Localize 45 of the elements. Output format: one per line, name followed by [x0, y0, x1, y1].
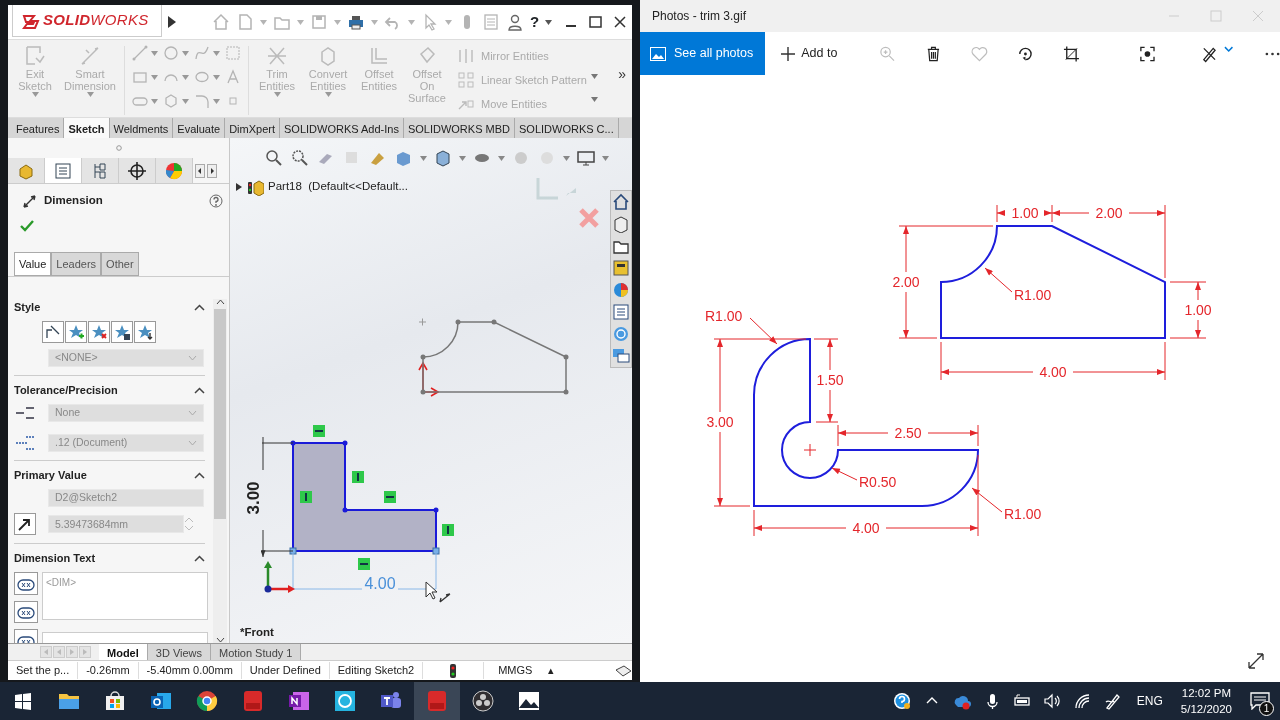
- status-text: Editing Sketch2: [329, 662, 424, 679]
- dimension-value: 1.00: [1184, 302, 1212, 318]
- language-indicator[interactable]: ENG: [1126, 692, 1173, 710]
- dimension-value: R1.00: [705, 308, 743, 324]
- units-arrow[interactable]: ▴: [540, 662, 563, 679]
- section-heading: Dimension Text: [14, 551, 96, 567]
- dimension-value: R1.00: [1014, 287, 1052, 303]
- clock-time[interactable]: 12:02 PM: [1180, 685, 1232, 701]
- dimension-value[interactable]: 3.00: [244, 481, 263, 515]
- dimension-value: 4.00: [852, 520, 880, 536]
- dimension-value: 1.00: [1011, 205, 1039, 221]
- status-text[interactable]: MMGS: [484, 662, 541, 679]
- ribbon-tab[interactable]: Sketch: [64, 118, 110, 138]
- dimension-value: 2.50: [894, 425, 922, 441]
- model-tab[interactable]: Motion Study 1: [211, 644, 302, 660]
- more-button[interactable]: »: [616, 64, 628, 85]
- help-button[interactable]: ?: [530, 10, 540, 34]
- section-heading: Primary Value: [14, 468, 87, 484]
- clock-date[interactable]: 5/12/2020: [1180, 701, 1232, 717]
- tree-item[interactable]: Part18 (Default<<Default...: [268, 178, 408, 196]
- window-title: Photos - trim 3.gif: [652, 8, 747, 25]
- view-name: *Front: [240, 624, 274, 640]
- see-all-photos-button[interactable]: See all photos: [640, 32, 766, 75]
- model-tab[interactable]: 3D Views: [147, 644, 212, 660]
- model-tab[interactable]: Model: [99, 644, 148, 660]
- section-heading: Style: [14, 300, 41, 315]
- dimension-value: 2.00: [1095, 205, 1123, 221]
- dimension-value: 4.00: [1039, 364, 1067, 380]
- property-tab[interactable]: Other: [101, 251, 139, 277]
- property-tab[interactable]: Leaders: [51, 251, 102, 277]
- dimension-value: R0.50: [859, 474, 897, 490]
- property-tab[interactable]: Value: [14, 251, 52, 277]
- add-to-button[interactable]: Add to: [775, 43, 844, 64]
- section-heading: Tolerance/Precision: [14, 383, 118, 399]
- status-text: Set the p...: [8, 662, 79, 679]
- dimension-value: 3.00: [706, 414, 734, 430]
- status-text: -0.26mm: [78, 662, 139, 679]
- logo: SOLIDWORKS: [12, 5, 162, 37]
- panel-title: Dimension: [44, 193, 104, 208]
- status-text: -5.40mm 0.00mm: [138, 662, 242, 679]
- dimension-value: 2.00: [892, 274, 920, 290]
- dimension-value: R1.00: [1004, 506, 1042, 522]
- status-text: Under Defined: [241, 662, 330, 679]
- notification-badge: 1: [1259, 701, 1274, 716]
- dimension-value: 1.50: [816, 372, 844, 388]
